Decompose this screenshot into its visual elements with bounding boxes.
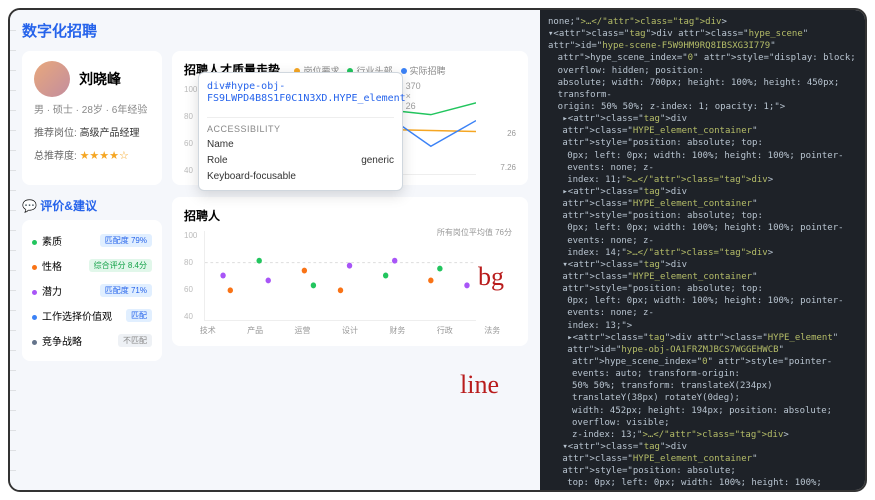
dom-node-line[interactable]: absolute; width: 700px; height: 100%; he… [548, 77, 857, 101]
dom-node-line[interactable]: 50% 50%; transform: translateX(234px) tr… [548, 380, 857, 404]
dashboard-panel: 数字化招聘 刘晓峰 男 · 硕士 · 28岁 · 6年经验 推荐岗位: 高级产品… [10, 10, 540, 490]
dom-node-line[interactable]: top: 0px; left: 0px; width: 100%; height… [548, 477, 857, 490]
dom-node-line[interactable]: attr">hype_scene_index="0" attr">style="… [548, 356, 857, 380]
dom-node-line[interactable]: origin: 50% 50%; z-index: 1; opacity: 1;… [548, 101, 857, 113]
eval-item[interactable]: 潜力匹配度 71% [32, 278, 152, 303]
eval-item[interactable]: 性格综合评分 8.4分 [32, 253, 152, 278]
eval-list: 素质匹配度 79%性格综合评分 8.4分潜力匹配度 71%工作选择价值观匹配竞争… [22, 220, 162, 361]
profile-card: 刘晓峰 男 · 硕士 · 28岁 · 6年经验 推荐岗位: 高级产品经理 总推荐… [22, 51, 162, 185]
eval-item[interactable]: 竞争战略不匹配 [32, 328, 152, 353]
devtools-elements-panel[interactable]: none;">…</"attr">class="tag">div>▾<attr"… [540, 10, 865, 490]
dom-node-line[interactable]: 0px; left: 0px; width: 100%; height: 100… [548, 295, 857, 319]
inspector-tooltip: div#hype-obj-FS9LWPD4B8S1F0C1N3XD.HYPE_e… [198, 72, 403, 191]
dom-node-line[interactable]: 0px; left: 0px; width: 100%; height: 100… [548, 222, 857, 246]
dom-node-line[interactable]: ▸<attr">class="tag">div attr">class="HYP… [548, 332, 857, 356]
dom-node-line[interactable]: index: 11;">…</"attr">class="tag">div> [548, 174, 857, 186]
dom-node-line[interactable]: ▸<attr">class="tag">div attr">class="HYP… [548, 186, 857, 222]
x-axis-labels: 技术产品运营设计财务行政法务 [184, 325, 516, 336]
profile-name: 刘晓峰 [79, 69, 121, 89]
tooltip-selector: div#hype-obj-FS9LWPD4B8S1F0C1N3XD.HYPE_e… [207, 81, 406, 105]
dom-node-line[interactable]: ▸<attr">class="tag">div attr">class="HYP… [548, 113, 857, 149]
eval-section-title: 💬 评价&建议 [22, 197, 162, 214]
dom-node-line[interactable]: index: 13;"> [548, 320, 857, 332]
tooltip-dimensions: 370 × 26 [406, 81, 421, 111]
dom-node-line[interactable]: ▾<attr">class="tag">div attr">class="HYP… [548, 259, 857, 295]
dom-node-line[interactable]: ▾<attr">class="tag">div attr">class="hyp… [548, 28, 857, 52]
profile-meta: 男 · 硕士 · 28岁 · 6年经验 [34, 101, 150, 116]
ruler [10, 10, 16, 490]
page-title: 数字化招聘 [22, 20, 528, 41]
dom-node-line[interactable]: width: 452px; height: 194px; position: a… [548, 405, 857, 429]
scatter-chart-card: 招聘人 100806040 [172, 197, 528, 346]
dom-node-line[interactable]: none;">…</"attr">class="tag">div> [548, 16, 857, 28]
dom-node-line[interactable]: 0px; left: 0px; width: 100%; height: 100… [548, 150, 857, 174]
scatter-plot[interactable] [204, 231, 476, 321]
avatar [34, 61, 70, 97]
dom-node-line[interactable]: ▾<attr">class="tag">div attr">class="HYP… [548, 441, 857, 477]
dom-node-line[interactable]: attr">hype_scene_index="0" attr">style="… [548, 52, 857, 76]
eval-item[interactable]: 素质匹配度 79% [32, 228, 152, 253]
dom-node-line[interactable]: index: 14;">…</"attr">class="tag">div> [548, 247, 857, 259]
star-rating: ★★★★☆ [80, 150, 129, 162]
dom-node-line[interactable]: z-index: 13;">…</"attr">class="tag">div> [548, 429, 857, 441]
eval-item[interactable]: 工作选择价值观匹配 [32, 303, 152, 328]
